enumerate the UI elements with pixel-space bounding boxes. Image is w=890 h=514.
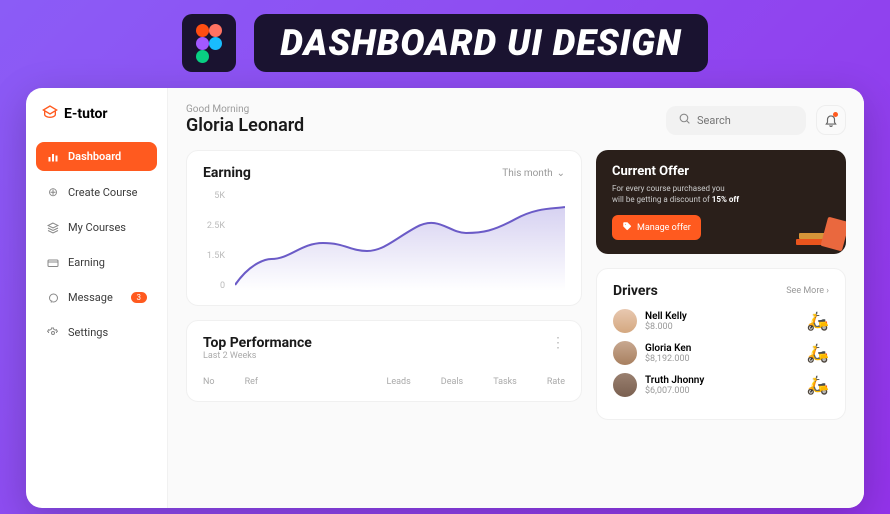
graduation-cap-icon (42, 104, 58, 124)
scooter-icon: 🛵 (807, 375, 829, 396)
sidebar-item-label: Settings (68, 326, 108, 339)
figma-logo-badge (182, 14, 236, 72)
drivers-title: Drivers (613, 283, 658, 299)
drivers-card: Drivers See More › Nell Kelly $8.000 🛵 (596, 268, 846, 420)
search-icon (678, 112, 691, 129)
notifications-button[interactable] (816, 105, 846, 135)
driver-row[interactable]: Nell Kelly $8.000 🛵 (613, 309, 829, 333)
sidebar: E-tutor Dashboard ⊕ Create Course My Cou… (26, 88, 168, 508)
banner-title: DASHBOARD UI DESIGN (254, 14, 707, 72)
sidebar-item-label: Earning (68, 256, 105, 269)
chat-icon (46, 292, 60, 304)
brand[interactable]: E-tutor (36, 104, 157, 124)
see-more-link[interactable]: See More › (786, 286, 829, 296)
sidebar-item-create-course[interactable]: ⊕ Create Course (36, 177, 157, 207)
header: Good Morning Gloria Leonard (186, 104, 846, 136)
sidebar-item-label: My Courses (68, 221, 126, 234)
avatar (613, 309, 637, 333)
avatar (613, 341, 637, 365)
performance-title: Top Performance (203, 335, 312, 351)
search-input[interactable] (697, 114, 794, 127)
sidebar-item-label: Message (68, 291, 113, 304)
offer-text: For every course purchased you will be g… (612, 183, 830, 205)
scooter-icon: 🛵 (807, 311, 829, 332)
earning-title: Earning (203, 165, 251, 181)
earning-chart (235, 191, 565, 291)
offer-title: Current Offer (612, 164, 830, 179)
layers-icon (46, 222, 60, 234)
sidebar-item-my-courses[interactable]: My Courses (36, 213, 157, 242)
message-badge: 3 (131, 292, 148, 303)
sidebar-item-label: Create Course (68, 186, 138, 199)
sidebar-item-message[interactable]: Message 3 (36, 283, 157, 312)
sidebar-item-dashboard[interactable]: Dashboard (36, 142, 157, 171)
sidebar-item-label: Dashboard (68, 150, 121, 163)
brand-name: E-tutor (64, 106, 108, 122)
app-window: E-tutor Dashboard ⊕ Create Course My Cou… (26, 88, 864, 508)
chart-yaxis: 5K 2.5K 1.5K 0 (203, 191, 225, 291)
chevron-down-icon: ⌄ (557, 168, 565, 179)
offer-card: Current Offer For every course purchased… (596, 150, 846, 254)
earning-card: Earning This month ⌄ 5K 2.5K 1.5K 0 (186, 150, 582, 306)
performance-columns: No Ref Leads Deals Tasks Rate (203, 377, 565, 387)
notification-dot (833, 112, 838, 117)
sidebar-item-settings[interactable]: Settings (36, 318, 157, 347)
driver-row[interactable]: Truth Jhonny $6,007.000 🛵 (613, 373, 829, 397)
main-content: Good Morning Gloria Leonard Earning (168, 88, 864, 508)
more-menu-icon[interactable]: ⋮ (551, 335, 565, 351)
scooter-icon: 🛵 (807, 343, 829, 364)
sidebar-item-earning[interactable]: Earning (36, 248, 157, 277)
performance-subtitle: Last 2 Weeks (203, 351, 312, 361)
greeting-label: Good Morning (186, 104, 304, 115)
figma-icon (196, 24, 222, 62)
tag-icon (622, 221, 632, 234)
bar-chart-icon (46, 151, 60, 163)
gear-icon (46, 327, 60, 339)
plus-circle-icon: ⊕ (46, 185, 60, 199)
card-icon (46, 257, 60, 269)
driver-row[interactable]: Gloria Ken $8,192.000 🛵 (613, 341, 829, 365)
user-name: Gloria Leonard (186, 115, 304, 136)
search-box[interactable] (666, 106, 806, 135)
performance-card: Top Performance Last 2 Weeks ⋮ No Ref Le… (186, 320, 582, 402)
period-selector[interactable]: This month ⌄ (502, 168, 565, 179)
manage-offer-button[interactable]: Manage offer (612, 215, 701, 240)
books-icon (791, 209, 846, 254)
avatar (613, 373, 637, 397)
